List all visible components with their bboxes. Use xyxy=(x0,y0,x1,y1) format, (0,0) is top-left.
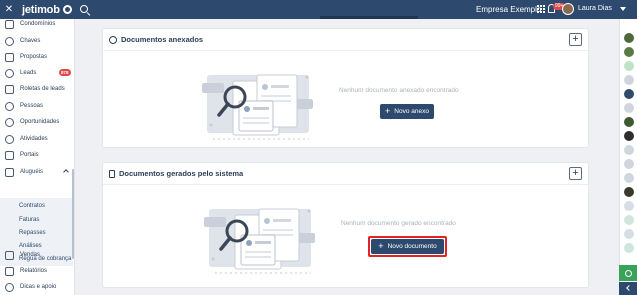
new-attachment-label: Novo anexo xyxy=(394,108,429,115)
sidebar-item-label: Portais xyxy=(20,152,39,158)
sidebar-item-label: Pessoas xyxy=(20,103,44,109)
chevron-up-icon[interactable] xyxy=(63,169,69,175)
plus-icon: + xyxy=(378,241,384,251)
logo[interactable]: jetimob xyxy=(22,4,72,16)
sidebar-item-pessoas[interactable]: Pessoas xyxy=(0,99,73,113)
sidebar-item-vendas[interactable]: Vendas xyxy=(0,248,73,262)
sidebar-item-label: Condomínios xyxy=(20,21,56,27)
sidebar-item-label: Dicas e apoio xyxy=(20,284,57,290)
avatar[interactable] xyxy=(624,201,634,211)
roulette-icon xyxy=(5,84,14,94)
sidebar-item-label: Oportunidades xyxy=(20,119,60,125)
plus-icon: + xyxy=(385,106,391,116)
check-circle-icon xyxy=(5,134,14,144)
new-attachment-button[interactable]: + Novo anexo xyxy=(380,104,434,119)
submenu-item-repasses[interactable]: Repasses xyxy=(19,230,46,236)
sidebar-item-label: Chaves xyxy=(20,38,41,44)
generated-docs-card: Documentos gerados pelo sistema + Nenhum… xyxy=(102,162,589,288)
avatar[interactable] xyxy=(624,33,634,43)
avatar[interactable] xyxy=(624,47,634,57)
logo-mark-icon xyxy=(62,5,72,14)
sidebar-item-roletas[interactable]: Roletas de leads xyxy=(0,82,73,96)
empty-generated-illustration xyxy=(204,208,315,274)
avatar[interactable] xyxy=(624,215,634,225)
avatar[interactable] xyxy=(624,173,634,183)
sidebar-item-portais[interactable]: Portais xyxy=(0,148,73,162)
avatar[interactable] xyxy=(624,229,634,239)
attachments-title: Documentos anexados xyxy=(121,35,204,44)
sidebar-item-condominios[interactable]: Condomínios xyxy=(0,17,73,31)
new-document-label: Novo documento xyxy=(387,243,437,250)
handshake-icon xyxy=(5,250,14,260)
search-icon[interactable] xyxy=(79,4,90,15)
right-rail xyxy=(619,19,637,295)
sidebar-item-label: Propostas xyxy=(20,54,48,60)
submenu-item-faturas[interactable]: Faturas xyxy=(19,217,39,223)
help-icon xyxy=(5,282,14,292)
sidebar-item-oportunidades[interactable]: Oportunidades xyxy=(0,115,73,129)
people-icon xyxy=(5,101,14,111)
company-name[interactable]: Empresa Exemplo xyxy=(476,5,541,14)
active-tab-indicator xyxy=(320,16,418,19)
sidebar-item-chaves[interactable]: Chaves xyxy=(0,34,73,48)
avatar[interactable] xyxy=(624,187,634,197)
empty-documents-illustration xyxy=(202,74,313,140)
sidebar-item-leads[interactable]: Leads 878 xyxy=(0,66,73,80)
user-name[interactable]: Laura Dias xyxy=(578,5,612,12)
megaphone-icon xyxy=(5,150,14,160)
sidebar-item-label: Relatórios xyxy=(20,268,48,274)
sidebar-scrollbar[interactable] xyxy=(72,169,74,259)
leads-count-badge: 878 xyxy=(59,69,71,76)
generated-empty-text: Nenhum documento gerado encontrado xyxy=(341,220,456,227)
avatar[interactable] xyxy=(624,117,634,127)
avatar[interactable] xyxy=(624,243,634,253)
avatar[interactable] xyxy=(624,131,634,141)
avatar[interactable] xyxy=(624,103,634,113)
logo-text: jetimob xyxy=(22,3,60,16)
avatar[interactable] xyxy=(562,3,574,15)
chat-support-button[interactable] xyxy=(619,265,637,281)
share-icon xyxy=(5,68,14,78)
sidebar-item-label: Roletas de leads xyxy=(20,86,65,92)
sidebar-item-label: Leads xyxy=(20,70,37,76)
key-icon xyxy=(5,36,14,46)
sidebar-item-label: Atividades xyxy=(20,136,48,142)
book-icon xyxy=(5,167,14,177)
chevron-down-icon[interactable] xyxy=(620,7,626,11)
sidebar-item-dicas[interactable]: Dicas e apoio xyxy=(0,280,73,294)
add-attachment-button[interactable]: + xyxy=(569,33,582,46)
sidebar-item-label: Vendas xyxy=(20,252,41,258)
sidebar-item-propostas[interactable]: Propostas xyxy=(0,50,73,64)
gavel-icon xyxy=(5,52,14,62)
add-generated-doc-button[interactable]: + xyxy=(569,167,582,180)
new-document-button[interactable]: + Novo documento xyxy=(371,239,444,254)
submenu-item-contratos[interactable]: Contratos xyxy=(19,203,45,209)
avatar[interactable] xyxy=(624,89,634,99)
collapse-rail-button[interactable] xyxy=(619,282,637,295)
avatar[interactable] xyxy=(624,61,634,71)
report-icon xyxy=(5,266,14,276)
avatar[interactable] xyxy=(624,145,634,155)
cloud-upload-icon xyxy=(109,35,117,44)
sidebar-item-relatorios[interactable]: Relatórios xyxy=(0,264,73,278)
sidebar-item-alugueis[interactable]: Aluguéis xyxy=(0,165,73,179)
close-icon[interactable]: ✕ xyxy=(0,4,18,15)
sidebar: Contratos Faturas Repasses Análises Régu… xyxy=(0,19,75,295)
document-icon xyxy=(109,169,115,178)
target-icon xyxy=(5,117,14,127)
top-bar: ✕ jetimob Empresa Exemplo 99+ Laura Dias xyxy=(0,0,637,19)
sidebar-item-label: Aluguéis xyxy=(20,169,44,175)
apps-grid-icon[interactable] xyxy=(537,5,545,13)
avatar[interactable] xyxy=(624,159,634,169)
generated-docs-card-header: Documentos gerados pelo sistema + xyxy=(103,163,588,185)
avatar[interactable] xyxy=(624,75,634,85)
attachments-empty-text: Nenhum documento anexado encontrado xyxy=(339,87,459,94)
attachments-card: Documentos anexados + Nenhum documento a… xyxy=(102,28,589,148)
generated-docs-title: Documentos gerados pelo sistema xyxy=(119,169,244,178)
sidebar-item-atividades[interactable]: Atividades xyxy=(0,132,73,146)
building-icon xyxy=(5,19,14,29)
attachments-card-header: Documentos anexados + xyxy=(103,29,588,51)
